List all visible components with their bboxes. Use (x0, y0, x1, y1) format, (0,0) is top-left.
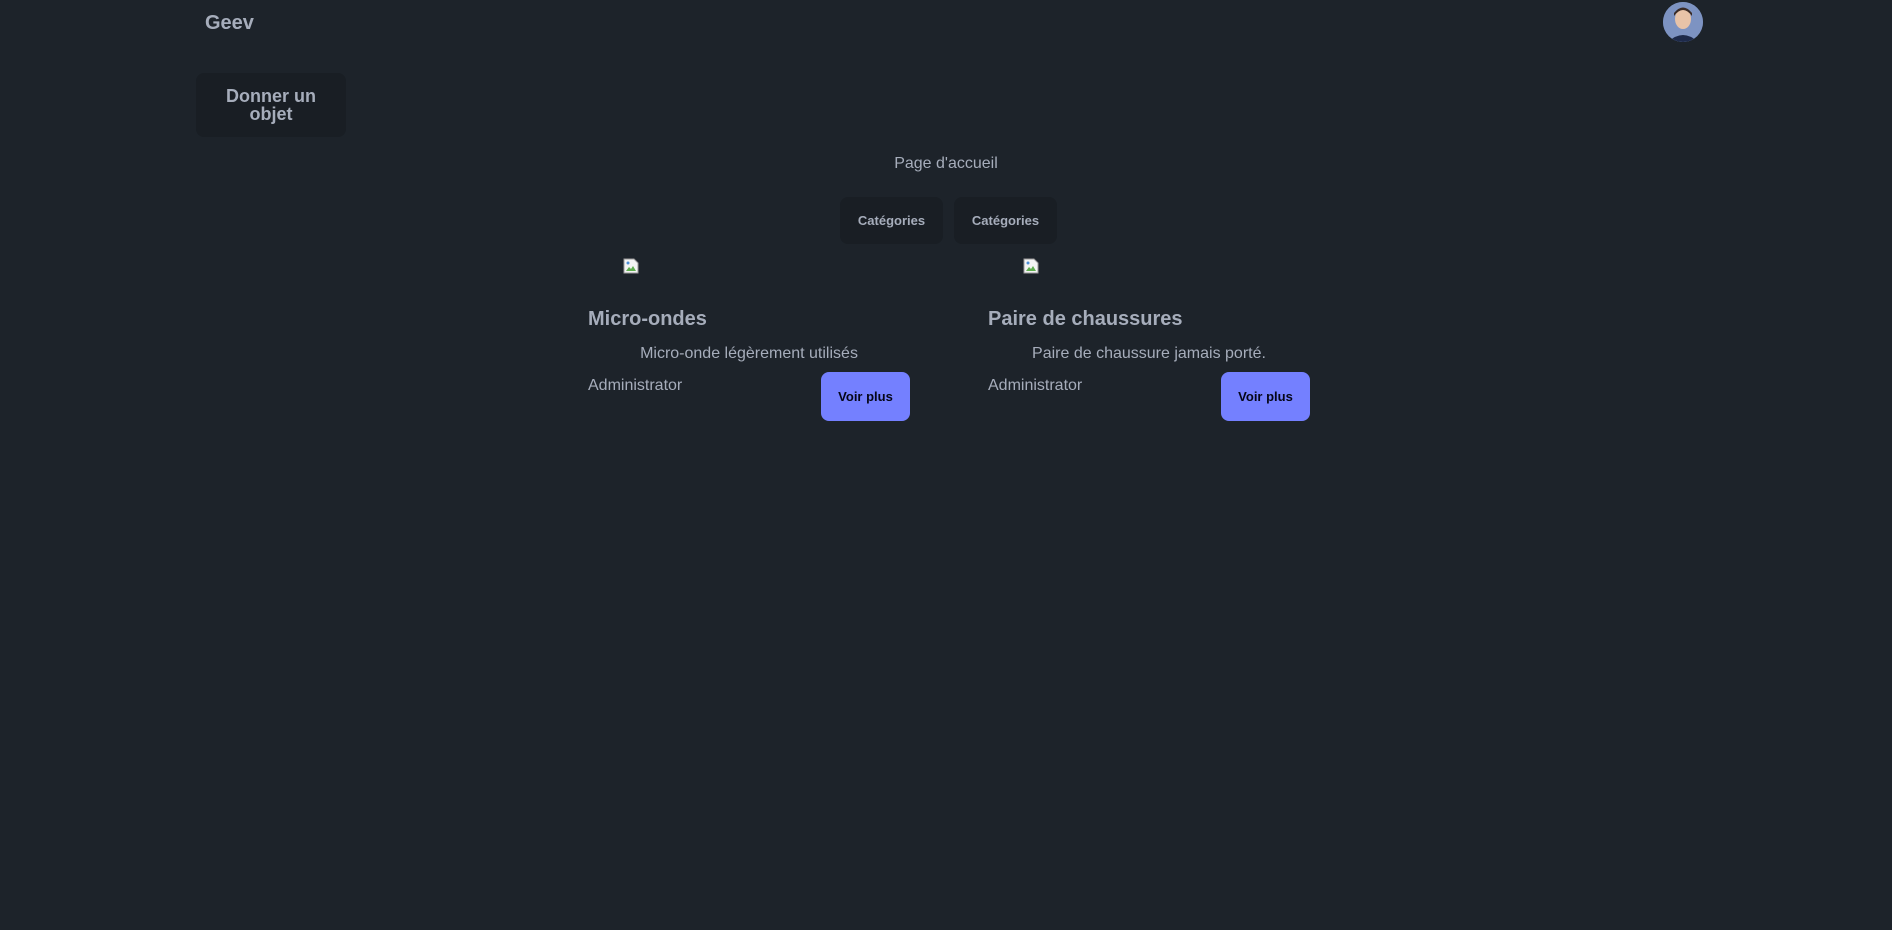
avatar-image (1663, 2, 1703, 42)
categories-button[interactable]: Catégories (840, 197, 943, 244)
donate-object-button[interactable]: Donner un objet (196, 73, 346, 137)
see-more-button[interactable]: Voir plus (821, 372, 910, 421)
see-more-button[interactable]: Voir plus (1221, 372, 1310, 421)
brand-logo[interactable]: Geev (205, 12, 254, 35)
item-description: Paire de chaussure jamais porté. (1032, 345, 1266, 362)
item-owner: Administrator (588, 377, 683, 394)
item-owner: Administrator (988, 377, 1083, 394)
broken-image-icon (623, 258, 639, 274)
item-description: Micro-onde légèrement utilisés (640, 345, 858, 362)
item-title: Micro-ondes (588, 308, 707, 330)
item-card: Paire de chaussures Paire de chaussure j… (988, 258, 1310, 428)
page: Geev Donner un objet Page d'accueil Caté… (0, 0, 1892, 930)
item-card: Micro-ondes Micro-onde légèrement utilis… (588, 258, 910, 428)
item-title: Paire de chaussures (988, 308, 1183, 330)
user-avatar-icon[interactable] (1663, 2, 1703, 42)
page-title: Page d'accueil (894, 155, 998, 172)
categories-button[interactable]: Catégories (954, 197, 1057, 244)
broken-image-icon (1023, 258, 1039, 274)
category-buttons: Catégories Catégories (840, 197, 1057, 244)
